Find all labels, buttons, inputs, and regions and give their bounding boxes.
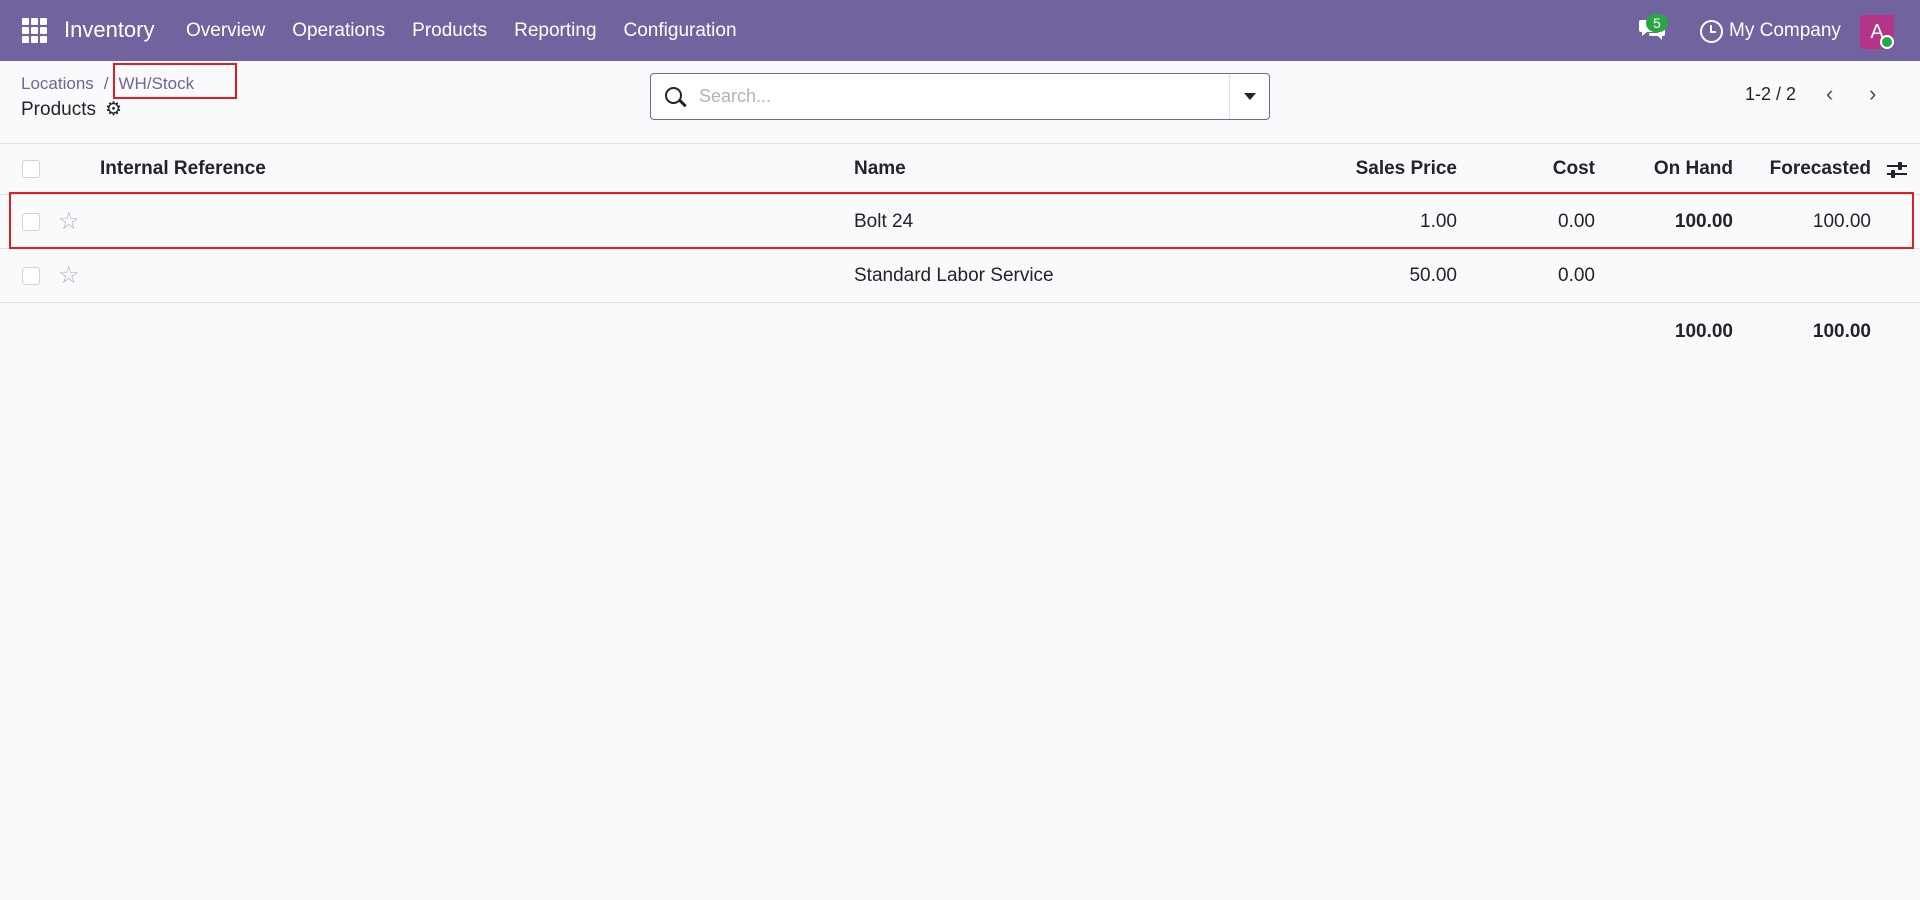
select-all-checkbox[interactable] [22,160,40,178]
header-name[interactable]: Name [854,144,906,194]
cell-cost: 0.00 [1558,264,1595,286]
table-footer-totals: 100.00 100.00 [0,306,1920,358]
search-options-toggle[interactable] [1229,74,1269,119]
cell-sales-price: 50.00 [1409,264,1457,286]
pager-previous-button[interactable]: ‹ [1826,83,1833,105]
apps-grid-icon[interactable] [22,18,47,43]
search-icon [665,87,682,104]
row-highlight-box [9,192,1914,249]
row-checkbox[interactable] [22,266,40,285]
optional-columns-icon[interactable] [1886,160,1908,180]
header-on-hand[interactable]: On Hand [1600,144,1733,194]
cell-on-hand [1600,249,1733,302]
activity-clock-icon[interactable] [1700,20,1723,43]
breadcrumb-separator: / [103,74,109,93]
gear-icon[interactable]: ⚙ [105,98,122,121]
cell-forecasted [1740,249,1871,302]
total-on-hand: 100.00 [1674,321,1733,342]
presence-status-icon [1880,35,1894,49]
main-menu: Overview Operations Products Reporting C… [186,20,764,42]
header-sales-price[interactable]: Sales Price [1300,144,1457,194]
header-cost[interactable]: Cost [1460,144,1595,194]
search-bar [650,73,1270,120]
search-input[interactable] [699,74,1199,119]
header-internal-reference[interactable]: Internal Reference [100,144,266,194]
page-title-text: Products [21,98,96,120]
menu-configuration[interactable]: Configuration [624,20,737,42]
star-icon[interactable]: ☆ [58,262,80,289]
menu-products[interactable]: Products [412,20,487,42]
cell-name: Standard Labor Service [854,264,1054,286]
menu-reporting[interactable]: Reporting [514,20,596,42]
chat-count-badge: 5 [1646,14,1668,32]
header-forecasted[interactable]: Forecasted [1740,144,1871,194]
breadcrumb-locations[interactable]: Locations [21,74,94,94]
breadcrumb-highlight-box [113,63,237,99]
pager-next-button[interactable]: › [1869,83,1876,105]
table-header: Internal Reference Name Sales Price Cost… [0,143,1920,195]
company-switcher[interactable]: My Company [1729,20,1841,42]
menu-operations[interactable]: Operations [292,20,385,42]
menu-overview[interactable]: Overview [186,20,265,42]
table-row[interactable]: ☆ Standard Labor Service 50.00 0.00 [0,249,1920,303]
page-title: Products ⚙ [21,98,122,121]
caret-down-icon [1243,93,1256,100]
pager-value[interactable]: 1-2 / 2 [1745,84,1796,105]
app-name[interactable]: Inventory [64,17,155,43]
top-navbar: Inventory Overview Operations Products R… [0,0,1920,61]
total-forecasted: 100.00 [1812,321,1871,342]
